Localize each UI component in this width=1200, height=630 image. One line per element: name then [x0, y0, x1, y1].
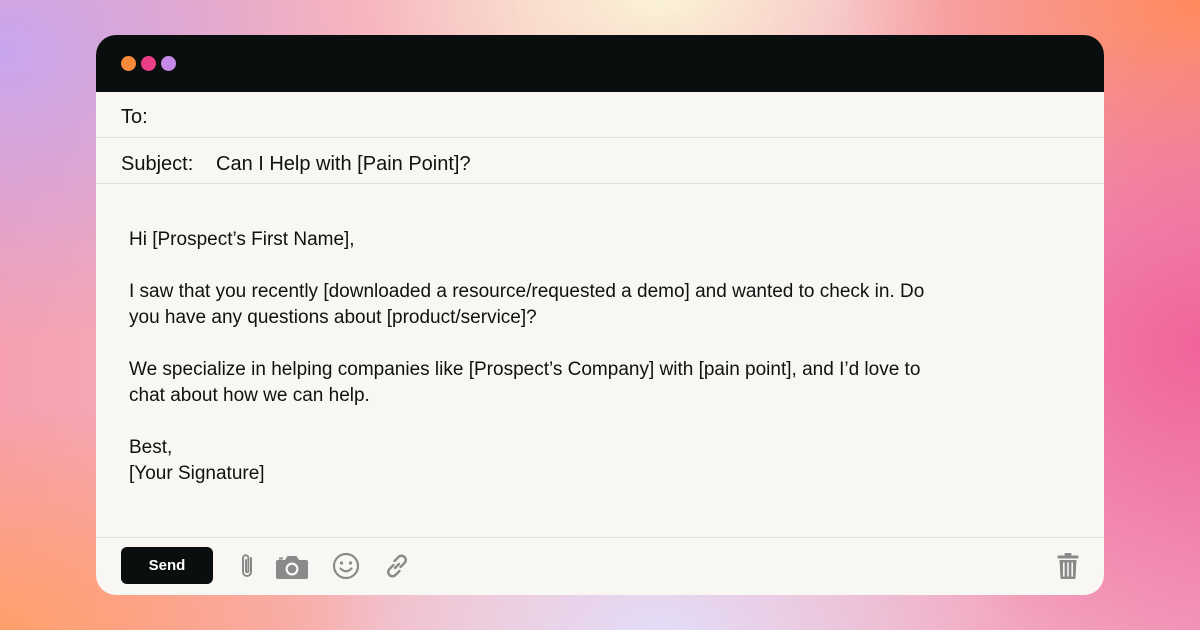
paperclip-icon[interactable]: [237, 552, 259, 580]
subject-field-row[interactable]: Subject: Can I Help with [Pain Point]?: [96, 138, 1104, 184]
smiley-icon[interactable]: [332, 552, 360, 580]
compose-toolbar: Send: [96, 537, 1104, 595]
window-dot-orange[interactable]: [121, 56, 136, 71]
message-body[interactable]: Hi [Prospect’s First Name], I saw that y…: [129, 227, 1044, 487]
link-icon[interactable]: [383, 552, 411, 580]
greeting-line: Hi [Prospect’s First Name],: [129, 229, 355, 250]
paragraph-1-line-2: you have any questions about [product/se…: [129, 307, 537, 328]
paragraph-2-line-2: chat about how we can help.: [129, 385, 370, 406]
paragraph-2: We specialize in helping companies like …: [129, 357, 1044, 409]
trash-icon[interactable]: [1057, 553, 1079, 579]
to-field-row[interactable]: To:: [96, 92, 1104, 138]
paragraph-2-line-1: We specialize in helping companies like …: [129, 359, 921, 380]
to-label: To:: [121, 106, 148, 128]
subject-input[interactable]: Can I Help with [Pain Point]?: [216, 153, 471, 176]
paragraph-1-line-1: I saw that you recently [downloaded a re…: [129, 281, 925, 302]
window-dot-purple[interactable]: [161, 56, 176, 71]
signature-line: [Your Signature]: [129, 463, 265, 484]
closing-line: Best,: [129, 437, 173, 458]
subject-label: Subject:: [121, 153, 194, 175]
paragraph-1: I saw that you recently [downloaded a re…: [129, 279, 1044, 331]
send-button[interactable]: Send: [121, 547, 213, 584]
email-compose-window: To: Subject: Can I Help with [Pain Point…: [96, 35, 1104, 595]
camera-icon[interactable]: [275, 554, 309, 580]
window-dot-pink[interactable]: [141, 56, 156, 71]
title-bar: [96, 35, 1104, 92]
